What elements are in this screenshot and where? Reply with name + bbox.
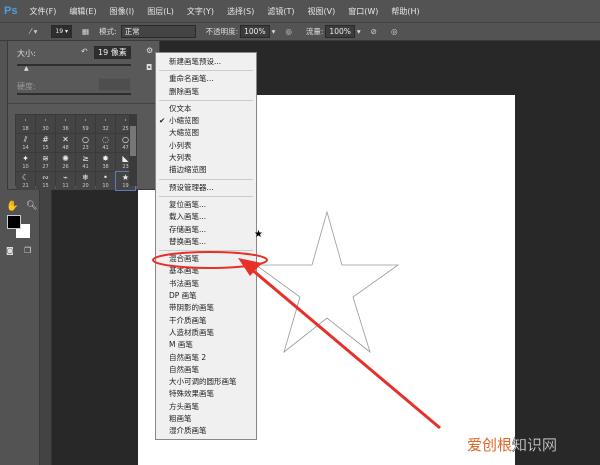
annotation-overlay: ★ [152,210,441,430]
watermark: 爱创根知识网 [467,436,558,455]
annotation-arrow [249,266,441,430]
star-icon: ★ [254,229,263,240]
